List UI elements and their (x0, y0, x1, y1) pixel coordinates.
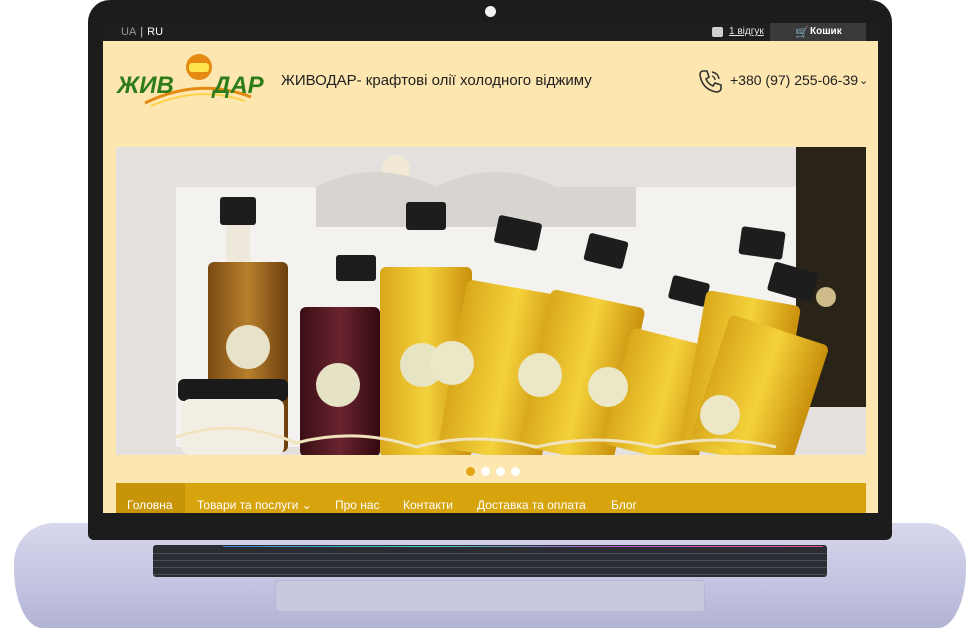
reviews-icon (712, 27, 723, 37)
laptop-trackpad (275, 580, 705, 612)
phone-chevron-down-icon[interactable]: ⌄ (859, 74, 868, 87)
slider-dot[interactable] (496, 467, 505, 476)
nav-item-delivery[interactable]: Доставка та оплата (477, 498, 586, 512)
cart-label: Кошик (810, 26, 842, 37)
hero-slider[interactable] (116, 147, 866, 455)
reviews-link[interactable]: 1 відгук (729, 26, 764, 37)
slider-dot[interactable] (481, 467, 490, 476)
zhyvodar-logo[interactable]: ЖИВ ДАР (115, 51, 275, 111)
nav-item-about[interactable]: Про нас (335, 498, 380, 512)
cart-button[interactable]: 🛒 Кошик (770, 23, 866, 41)
slider-dot[interactable] (466, 467, 475, 476)
lang-ru-link[interactable]: RU (147, 26, 163, 38)
oil-bottles-photo (116, 147, 866, 455)
phone-number[interactable]: +380 (97) 255-06-39 (730, 72, 858, 88)
website-screen: UA | RU 1 відгук 🛒 Кошик ЖИВ ДАР ЖИВОДАР- … (103, 23, 878, 513)
phone-icon (699, 70, 722, 93)
laptop-keyboard (153, 545, 827, 577)
webcam-icon (485, 6, 496, 17)
slider-pagination (466, 463, 526, 476)
main-navigation: Головна Товари та послуги ⌄ Про нас Конт… (116, 483, 866, 513)
nav-item-blog[interactable]: Блог (611, 498, 637, 512)
lang-ua-link[interactable]: UA (121, 26, 136, 38)
nav-item-home[interactable]: Головна (127, 498, 173, 512)
lang-separator: | (140, 26, 144, 38)
site-tagline: ЖИВОДАР- крафтові олії холодного віджиму (281, 72, 592, 89)
nav-item-contacts[interactable]: Контакти (403, 498, 453, 512)
cart-icon: 🛒 (795, 27, 809, 39)
language-switcher: UA | RU (121, 26, 163, 38)
top-bar: UA | RU 1 відгук 🛒 Кошик (103, 23, 878, 41)
logo-text-right: ДАР (211, 72, 265, 99)
logo-text-left: ЖИВ (115, 72, 174, 99)
nav-item-products[interactable]: Товари та послуги ⌄ (197, 498, 312, 512)
slider-dot[interactable] (511, 467, 520, 476)
laptop-mockup: UA | RU 1 відгук 🛒 Кошик ЖИВ ДАР ЖИВОДАР- … (0, 0, 980, 631)
